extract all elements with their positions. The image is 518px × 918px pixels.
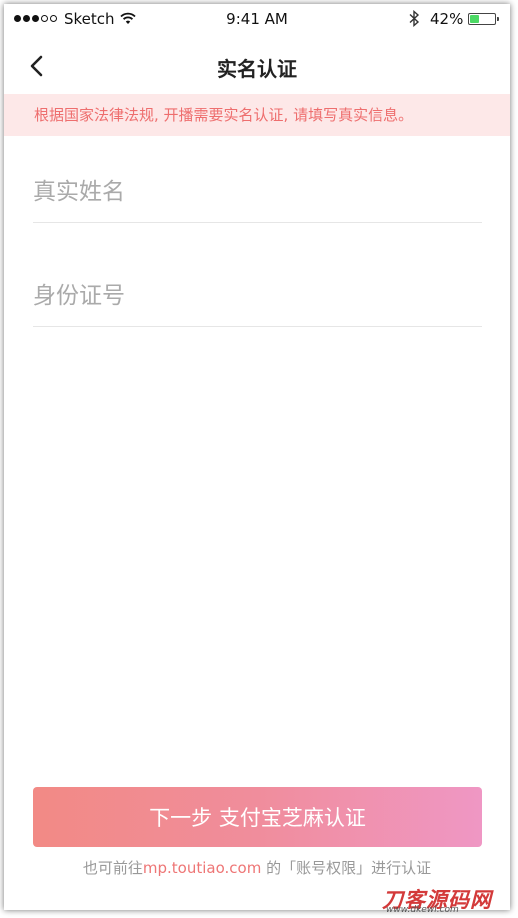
battery-icon <box>468 13 499 25</box>
navigation-bar: 实名认证 <box>4 36 510 94</box>
real-name-field <box>33 162 482 223</box>
bluetooth-icon <box>408 9 420 31</box>
battery-percentage: 42% <box>430 10 464 28</box>
phone-frame: Sketch 9:41 AM 42% 实名认证 根据国家法律法规, 开播需要实名… <box>4 4 510 910</box>
watermark-url: www.dkewl.com <box>386 905 459 915</box>
battery-fill <box>470 15 479 23</box>
next-alipay-zhima-button[interactable]: 下一步 支付宝芝麻认证 <box>33 787 482 847</box>
site-watermark: 刀客源码网 www.dkewl.com <box>382 884 512 915</box>
status-bar: Sketch 9:41 AM 42% <box>4 4 510 36</box>
footnote-suffix: 的「账号权限」进行认证 <box>261 859 432 877</box>
toutiao-link[interactable]: mp.toutiao.com <box>143 859 261 877</box>
battery-tip <box>497 17 499 21</box>
alternative-verification-note: 也可前往mp.toutiao.com 的「账号权限」进行认证 <box>4 857 510 878</box>
real-name-input[interactable] <box>33 162 482 222</box>
id-number-input[interactable] <box>33 266 482 326</box>
footnote-prefix: 也可前往 <box>82 859 143 877</box>
page-title: 实名认证 <box>217 57 297 81</box>
notice-banner: 根据国家法律法规, 开播需要实名认证, 请填写真实信息。 <box>4 94 510 136</box>
id-number-field <box>33 266 482 327</box>
